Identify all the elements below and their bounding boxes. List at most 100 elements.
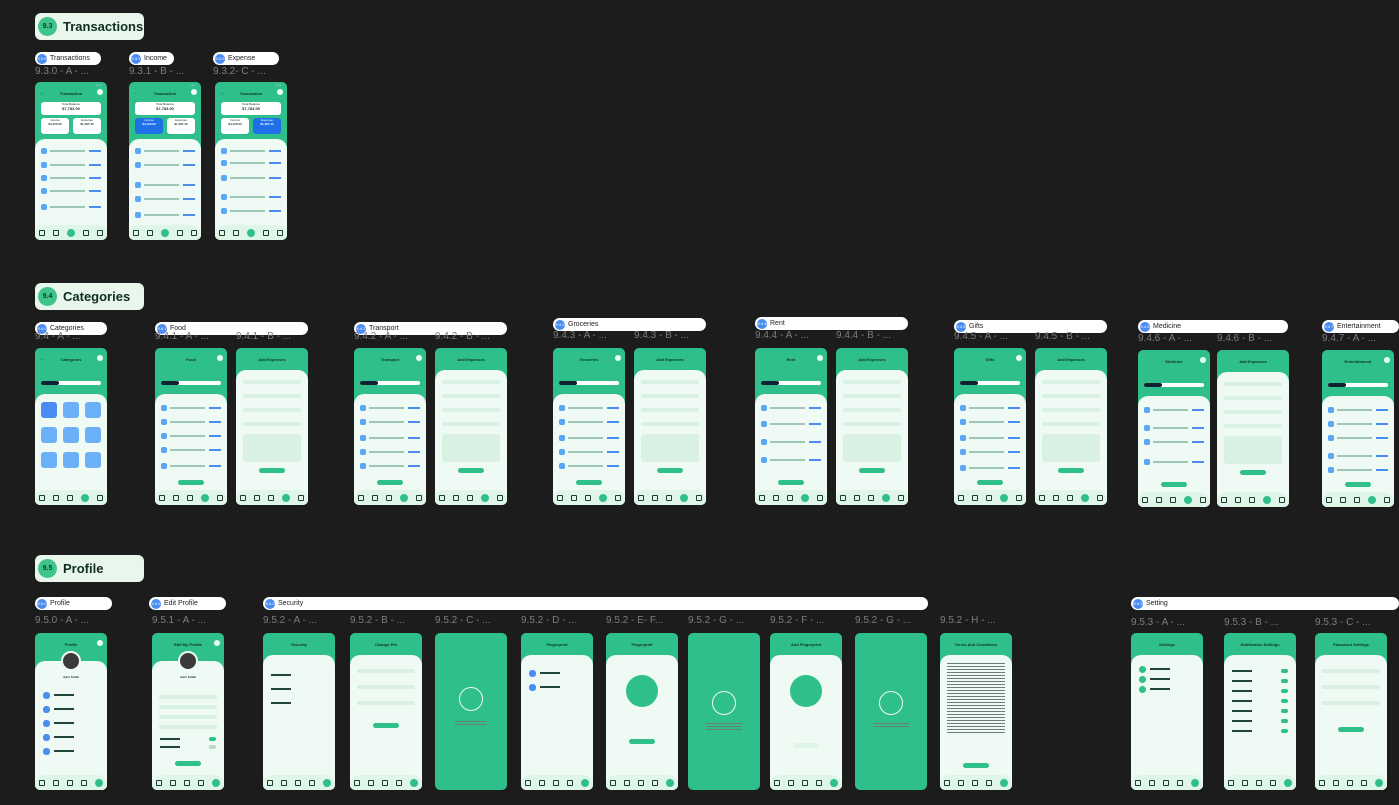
expense-card[interactable]: Expense $1,187.40 (253, 118, 281, 134)
toggle-row[interactable] (160, 743, 216, 751)
category-tile[interactable] (85, 452, 101, 468)
change-password-button[interactable] (1338, 727, 1364, 732)
bell-icon[interactable] (97, 89, 103, 95)
screen-entertainment-list[interactable]: Entertainment (1322, 350, 1394, 507)
screen-add-expense[interactable]: Add Expenses (836, 348, 908, 505)
save-button[interactable] (259, 468, 285, 473)
save-button[interactable] (1240, 470, 1266, 475)
bottom-nav[interactable] (1138, 492, 1210, 507)
screen-change-pin[interactable]: Change Pin (350, 633, 422, 790)
avatar[interactable] (178, 651, 198, 671)
menu-item[interactable] (43, 733, 99, 741)
screen-security[interactable]: Security (263, 633, 335, 790)
bottom-nav[interactable] (35, 775, 107, 790)
screen-categories[interactable]: ← Categories (35, 348, 107, 505)
bottom-nav[interactable] (35, 490, 107, 505)
bottom-nav[interactable] (836, 490, 908, 505)
screen-income[interactable]: ••• ← Transaction Total Balance $7,783.0… (129, 82, 201, 240)
screen-settings[interactable]: Settings (1131, 633, 1203, 790)
menu-item[interactable] (271, 699, 327, 707)
add-expenses-button[interactable] (377, 480, 403, 485)
category-tile[interactable] (85, 427, 101, 443)
toggle-row[interactable] (1232, 677, 1288, 685)
bottom-nav[interactable] (606, 775, 678, 790)
menu-item[interactable] (43, 747, 99, 755)
menu-item[interactable] (1139, 665, 1195, 673)
category-tile[interactable] (41, 427, 57, 443)
bottom-nav[interactable] (553, 490, 625, 505)
add-expenses-button[interactable] (1161, 482, 1187, 487)
toggle-row[interactable] (1232, 687, 1288, 695)
bell-icon[interactable] (191, 89, 197, 95)
bottom-nav[interactable] (354, 490, 426, 505)
screen-add-expense[interactable]: Add Expenses (1035, 348, 1107, 505)
category-tile[interactable] (63, 427, 79, 443)
bottom-nav[interactable] (35, 225, 107, 240)
bottom-nav[interactable] (1224, 775, 1296, 790)
bottom-nav[interactable] (1322, 492, 1394, 507)
screen-add-expense[interactable]: Add Expenses (236, 348, 308, 505)
screen-transport-list[interactable]: Transport (354, 348, 426, 505)
screen-add-expense[interactable]: Add Expenses (1217, 350, 1289, 507)
bottom-nav[interactable] (155, 490, 227, 505)
bell-icon[interactable] (277, 89, 283, 95)
add-expenses-button[interactable] (778, 480, 804, 485)
category-tile[interactable] (85, 402, 101, 418)
bottom-nav[interactable] (634, 490, 706, 505)
bottom-nav[interactable] (940, 775, 1012, 790)
menu-item[interactable] (43, 691, 99, 699)
bottom-nav[interactable] (1131, 775, 1203, 790)
menu-item[interactable] (1139, 675, 1195, 683)
bottom-nav[interactable] (770, 775, 842, 790)
bell-icon[interactable] (817, 355, 823, 361)
screen-fingerprint[interactable]: Fingerprint (521, 633, 593, 790)
screen-fingerprint-detail[interactable]: Fingerprint (606, 633, 678, 790)
change-pin-button[interactable] (373, 723, 399, 728)
income-card[interactable]: Income $4,120.00 (41, 118, 69, 134)
toggle-row[interactable] (1232, 667, 1288, 675)
screen-edit-profile[interactable]: Edit My Profile John Smith (152, 633, 224, 790)
bottom-nav[interactable] (1315, 775, 1387, 790)
save-button[interactable] (458, 468, 484, 473)
expense-card[interactable]: Expense $1,187.40 (167, 118, 195, 134)
screen-expense[interactable]: ••• ← Transaction Total Balance $7,783.0… (215, 82, 287, 240)
bottom-nav[interactable] (435, 490, 507, 505)
bell-icon[interactable] (1016, 355, 1022, 361)
screen-profile[interactable]: Profile John Smith (35, 633, 107, 790)
bottom-nav[interactable] (263, 775, 335, 790)
add-expenses-button[interactable] (977, 480, 1003, 485)
save-button[interactable] (657, 468, 683, 473)
bottom-nav[interactable] (215, 225, 287, 240)
menu-item[interactable] (43, 719, 99, 727)
toggle-row[interactable] (160, 735, 216, 743)
bell-icon[interactable] (1384, 357, 1390, 363)
bottom-nav[interactable] (1217, 492, 1289, 507)
screen-rent-list[interactable]: Rent (755, 348, 827, 505)
income-card[interactable]: Income $4,120.00 (221, 118, 249, 134)
bell-icon[interactable] (615, 355, 621, 361)
accept-button[interactable] (963, 763, 989, 768)
screen-medicine-list[interactable]: Medicine (1138, 350, 1210, 507)
bottom-nav[interactable] (1035, 490, 1107, 505)
menu-item[interactable] (1139, 685, 1195, 693)
screen-notification-settings[interactable]: Notification Settings (1224, 633, 1296, 790)
bell-icon[interactable] (1200, 357, 1206, 363)
category-tile[interactable] (63, 452, 79, 468)
menu-item[interactable] (43, 705, 99, 713)
menu-item[interactable] (271, 671, 327, 679)
income-card[interactable]: Income $4,120.00 (135, 118, 163, 134)
screen-terms[interactable]: Terms And Conditions (940, 633, 1012, 790)
bottom-nav[interactable] (954, 490, 1026, 505)
screen-gifts-list[interactable]: Gifts (954, 348, 1026, 505)
screen-add-expense[interactable]: Add Expenses (435, 348, 507, 505)
toggle-row[interactable] (1232, 717, 1288, 725)
screen-password-settings[interactable]: Password Settings (1315, 633, 1387, 790)
bell-icon[interactable] (416, 355, 422, 361)
screen-food-list[interactable]: Food (155, 348, 227, 505)
bottom-nav[interactable] (350, 775, 422, 790)
screen-add-fingerprint[interactable]: Add Fingerprint (770, 633, 842, 790)
screen-add-expense[interactable]: Add Expenses (634, 348, 706, 505)
expense-card[interactable]: Expense $1,187.40 (73, 118, 101, 134)
toggle-row[interactable] (1232, 697, 1288, 705)
save-button[interactable] (859, 468, 885, 473)
